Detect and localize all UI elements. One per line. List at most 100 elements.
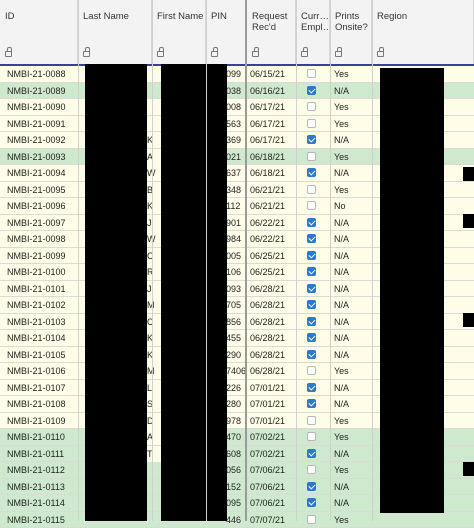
current-employee-checkbox[interactable] xyxy=(307,333,316,342)
current-employee-checkbox[interactable] xyxy=(307,465,316,474)
id-cell[interactable]: NMBI-21-0107 xyxy=(7,380,77,396)
request-date-cell[interactable]: 07/06/21 xyxy=(250,462,294,478)
prints-onsite-cell[interactable]: N/A xyxy=(334,446,370,462)
pin-cell[interactable]: 038 xyxy=(226,83,246,99)
current-employee-checkbox[interactable] xyxy=(307,449,316,458)
id-cell[interactable]: NMBI-21-0110 xyxy=(7,429,77,445)
current-employee-checkbox[interactable] xyxy=(307,366,316,375)
column-header-first-name[interactable]: First Name xyxy=(152,0,206,64)
pin-cell[interactable]: 978 xyxy=(226,413,246,429)
id-cell[interactable]: NMBI-21-0114 xyxy=(7,495,77,511)
request-date-cell[interactable]: 06/15/21 xyxy=(250,66,294,82)
pin-cell[interactable]: 856 xyxy=(226,314,246,330)
prints-onsite-cell[interactable]: Yes xyxy=(334,462,370,478)
id-cell[interactable]: NMBI-21-0088 xyxy=(7,66,77,82)
pin-cell[interactable]: 455 xyxy=(226,330,246,346)
pin-cell[interactable]: 446 xyxy=(226,512,246,528)
lock-icon[interactable] xyxy=(83,51,90,57)
id-cell[interactable]: NMBI-21-0108 xyxy=(7,396,77,412)
request-date-cell[interactable]: 06/16/21 xyxy=(250,83,294,99)
prints-onsite-cell[interactable]: Yes xyxy=(334,413,370,429)
request-date-cell[interactable]: 06/28/21 xyxy=(250,297,294,313)
pin-cell[interactable]: 005 xyxy=(226,248,246,264)
pin-cell[interactable]: 470 xyxy=(226,429,246,445)
request-date-cell[interactable]: 07/01/21 xyxy=(250,413,294,429)
id-cell[interactable]: NMBI-21-0103 xyxy=(7,314,77,330)
current-employee-checkbox[interactable] xyxy=(307,515,316,524)
prints-onsite-cell[interactable]: N/A xyxy=(334,495,370,511)
request-date-cell[interactable]: 07/01/21 xyxy=(250,380,294,396)
pin-cell[interactable]: 021 xyxy=(226,149,246,165)
pin-cell[interactable]: 152 xyxy=(226,479,246,495)
pin-cell[interactable]: 095 xyxy=(226,495,246,511)
prints-onsite-cell[interactable]: Yes xyxy=(334,116,370,132)
current-employee-checkbox[interactable] xyxy=(307,234,316,243)
pin-cell[interactable]: 608 xyxy=(226,446,246,462)
prints-onsite-cell[interactable]: Yes xyxy=(334,149,370,165)
request-date-cell[interactable]: 06/28/21 xyxy=(250,363,294,379)
frozen-column-divider[interactable] xyxy=(245,0,247,521)
id-cell[interactable]: NMBI-21-0106 xyxy=(7,363,77,379)
id-cell[interactable]: NMBI-21-0098 xyxy=(7,231,77,247)
current-employee-checkbox[interactable] xyxy=(307,218,316,227)
pin-cell[interactable]: 984 xyxy=(226,231,246,247)
lock-icon[interactable] xyxy=(211,51,218,57)
prints-onsite-cell[interactable]: N/A xyxy=(334,281,370,297)
prints-onsite-cell[interactable]: Yes xyxy=(334,99,370,115)
id-cell[interactable]: NMBI-21-0094 xyxy=(7,165,77,181)
request-date-cell[interactable]: 07/07/21 xyxy=(250,512,294,528)
pin-cell[interactable]: 226 xyxy=(226,380,246,396)
pin-cell[interactable]: 099 xyxy=(226,66,246,82)
id-cell[interactable]: NMBI-21-0102 xyxy=(7,297,77,313)
id-cell[interactable]: NMBI-21-0101 xyxy=(7,281,77,297)
prints-onsite-cell[interactable]: N/A xyxy=(334,248,370,264)
current-employee-checkbox[interactable] xyxy=(307,482,316,491)
pin-cell[interactable]: 112 xyxy=(226,198,246,214)
prints-onsite-cell[interactable]: N/A xyxy=(334,165,370,181)
column-header-request[interactable]: Request Rec'd xyxy=(247,0,296,64)
request-date-cell[interactable]: 06/28/21 xyxy=(250,330,294,346)
current-employee-checkbox[interactable] xyxy=(307,267,316,276)
id-cell[interactable]: NMBI-21-0105 xyxy=(7,347,77,363)
id-cell[interactable]: NMBI-21-0112 xyxy=(7,462,77,478)
pin-cell[interactable]: 637 xyxy=(226,165,246,181)
pin-cell[interactable]: 008 xyxy=(226,99,246,115)
request-date-cell[interactable]: 06/17/21 xyxy=(250,132,294,148)
pin-cell[interactable]: 280 xyxy=(226,396,246,412)
current-employee-checkbox[interactable] xyxy=(307,152,316,161)
id-cell[interactable]: NMBI-21-0111 xyxy=(7,446,77,462)
request-date-cell[interactable]: 06/21/21 xyxy=(250,182,294,198)
pin-cell[interactable]: 705 xyxy=(226,297,246,313)
prints-onsite-cell[interactable]: Yes xyxy=(334,182,370,198)
id-cell[interactable]: NMBI-21-0113 xyxy=(7,479,77,495)
prints-onsite-cell[interactable]: Yes xyxy=(334,363,370,379)
current-employee-checkbox[interactable] xyxy=(307,69,316,78)
column-header-prints[interactable]: Prints Onsite? xyxy=(330,0,372,64)
lock-icon[interactable] xyxy=(5,51,12,57)
request-date-cell[interactable]: 06/28/21 xyxy=(250,314,294,330)
prints-onsite-cell[interactable]: N/A xyxy=(334,347,370,363)
request-date-cell[interactable]: 06/25/21 xyxy=(250,248,294,264)
id-cell[interactable]: NMBI-21-0090 xyxy=(7,99,77,115)
request-date-cell[interactable]: 06/22/21 xyxy=(250,215,294,231)
current-employee-checkbox[interactable] xyxy=(307,201,316,210)
id-cell[interactable]: NMBI-21-0091 xyxy=(7,116,77,132)
id-cell[interactable]: NMBI-21-0096 xyxy=(7,198,77,214)
column-header-id[interactable]: ID xyxy=(0,0,78,64)
prints-onsite-cell[interactable]: N/A xyxy=(334,297,370,313)
pin-cell[interactable]: 369 xyxy=(226,132,246,148)
pin-cell[interactable]: 74069 xyxy=(226,363,246,379)
prints-onsite-cell[interactable]: No xyxy=(334,198,370,214)
prints-onsite-cell[interactable]: N/A xyxy=(334,231,370,247)
request-date-cell[interactable]: 06/17/21 xyxy=(250,99,294,115)
pin-cell[interactable]: 901 xyxy=(226,215,246,231)
request-date-cell[interactable]: 06/18/21 xyxy=(250,149,294,165)
column-header-region[interactable]: Region xyxy=(372,0,474,64)
current-employee-checkbox[interactable] xyxy=(307,383,316,392)
current-employee-checkbox[interactable] xyxy=(307,135,316,144)
pin-cell[interactable]: 290 xyxy=(226,347,246,363)
column-header-last-name[interactable]: Last Name xyxy=(78,0,152,64)
request-date-cell[interactable]: 06/17/21 xyxy=(250,116,294,132)
request-date-cell[interactable]: 07/06/21 xyxy=(250,495,294,511)
pin-cell[interactable]: 093 xyxy=(226,281,246,297)
